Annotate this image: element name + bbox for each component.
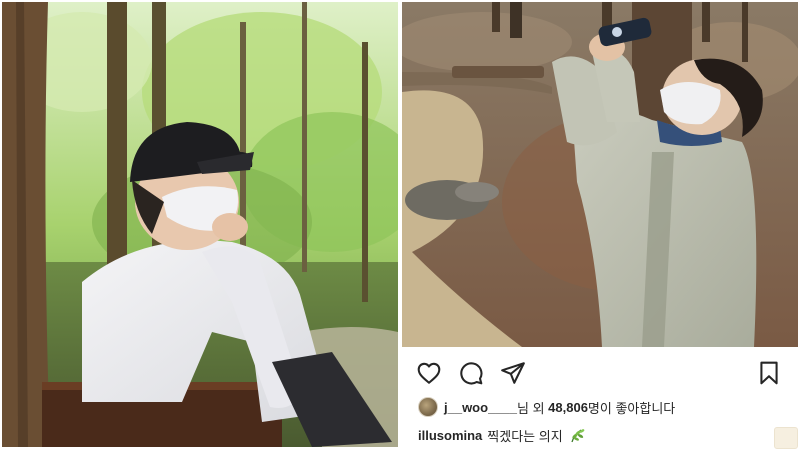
action-bar bbox=[402, 357, 798, 387]
send-icon[interactable] bbox=[500, 360, 526, 386]
likes-text-middle: 님 외 bbox=[517, 400, 549, 416]
caption-text: 찍겠다는 의지 bbox=[487, 428, 563, 444]
screenshot: j__woo____ 님 외 48,806 명이 좋아합니다 illusomin… bbox=[0, 0, 800, 451]
likes-text-end: 명이 좋아합니다 bbox=[587, 400, 676, 416]
post-photo bbox=[402, 2, 798, 347]
corner-sticker bbox=[774, 427, 798, 449]
left-photo bbox=[2, 2, 398, 447]
heart-icon[interactable] bbox=[416, 360, 442, 386]
liker-username[interactable]: j__woo____ bbox=[444, 400, 517, 415]
caption-username[interactable]: illusomina bbox=[418, 428, 482, 443]
comment-icon[interactable] bbox=[458, 360, 484, 386]
caption: illusomina 찍겠다는 의지 bbox=[418, 425, 587, 445]
bookmark-icon[interactable] bbox=[756, 360, 782, 386]
instagram-post: j__woo____ 님 외 48,806 명이 좋아합니다 illusomin… bbox=[402, 2, 798, 449]
liker-avatar[interactable] bbox=[418, 397, 438, 417]
likes-count[interactable]: 48,806 bbox=[548, 400, 588, 415]
likes-summary: j__woo____ 님 외 48,806 명이 좋아합니다 bbox=[418, 397, 675, 417]
leaf-emoji-icon bbox=[569, 426, 587, 444]
